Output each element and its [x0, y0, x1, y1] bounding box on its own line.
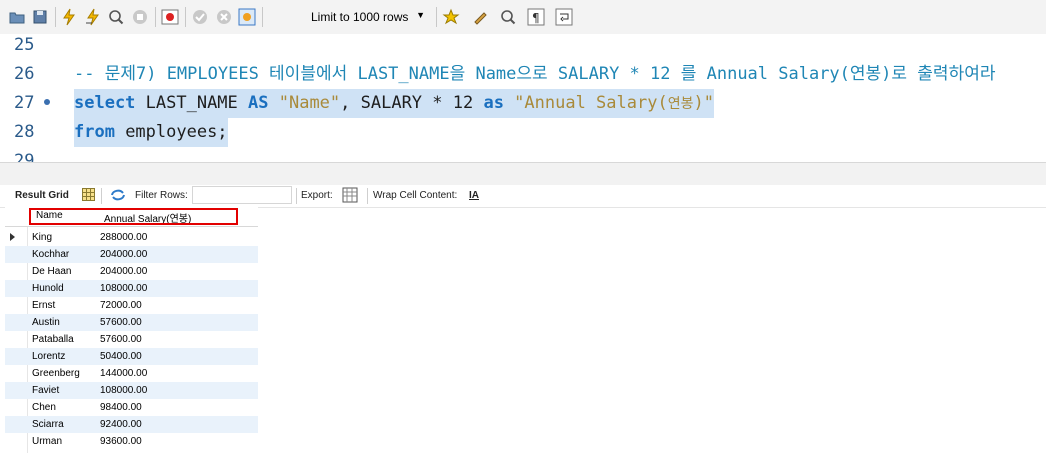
- rollback-icon[interactable]: [215, 8, 233, 26]
- sql-comment: -- 문제7) EMPLOYEES 테이블에서 LAST_NAME을 Name으…: [74, 64, 996, 84]
- find-icon[interactable]: [499, 8, 517, 26]
- cell-annual-salary[interactable]: 72000.00: [100, 300, 142, 311]
- editor-line: 25: [0, 34, 1046, 60]
- cell-name[interactable]: Lorentz: [32, 351, 65, 362]
- limit-rows-label: Limit to 1000 rows: [311, 10, 409, 24]
- line-number: 26: [14, 64, 35, 84]
- chevron-down-icon: ▼: [416, 10, 425, 20]
- editor-line: 29: [0, 147, 1046, 162]
- table-row[interactable]: Urman 93600.00: [5, 433, 258, 450]
- cell-name[interactable]: Ernst: [32, 300, 55, 311]
- table-row[interactable]: Pataballa 57600.00: [5, 331, 258, 348]
- wrap-cell-icon[interactable]: IA: [469, 190, 479, 201]
- sql-editor[interactable]: 25 26 -- 문제7) EMPLOYEES 테이블에서 LAST_NAME을…: [0, 34, 1046, 162]
- explain-icon[interactable]: [107, 8, 125, 26]
- line-number: 29: [14, 151, 35, 162]
- highlight-box: [29, 208, 238, 225]
- table-row[interactable]: King 288000.00: [5, 229, 258, 246]
- cell-annual-salary[interactable]: 108000.00: [100, 385, 147, 396]
- grid-view-icon[interactable]: [82, 188, 95, 204]
- beautify-icon[interactable]: [472, 8, 490, 26]
- sql-select-statement: select LAST_NAME AS "Name", SALARY * 12 …: [74, 89, 714, 118]
- cell-annual-salary[interactable]: 288000.00: [100, 232, 147, 243]
- add-snippet-icon[interactable]: [442, 8, 460, 26]
- cell-name[interactable]: Greenberg: [32, 368, 80, 379]
- line-number: 25: [14, 35, 35, 55]
- open-folder-icon[interactable]: [8, 8, 26, 26]
- cell-name[interactable]: Urman: [32, 436, 62, 447]
- table-row[interactable]: Kochhar 204000.00: [5, 246, 258, 263]
- toggle-error-icon[interactable]: [161, 8, 179, 26]
- table-row[interactable]: Faviet 108000.00: [5, 382, 258, 399]
- export-label: Export:: [301, 190, 333, 201]
- cell-name[interactable]: De Haan: [32, 266, 71, 277]
- panel-splitter[interactable]: [0, 162, 1046, 185]
- table-row[interactable]: Hunold 108000.00: [5, 280, 258, 297]
- cell-name[interactable]: Hunold: [32, 283, 64, 294]
- table-row[interactable]: Chen 98400.00: [5, 399, 258, 416]
- cell-annual-salary[interactable]: 57600.00: [100, 317, 142, 328]
- stop-icon[interactable]: [131, 8, 149, 26]
- invisible-chars-icon[interactable]: ¶: [527, 8, 545, 26]
- statement-marker-icon: [44, 99, 50, 105]
- table-row[interactable]: De Haan 204000.00: [5, 263, 258, 280]
- grid-header: Name Annual Salary(연봉): [5, 207, 258, 227]
- cell-name[interactable]: Chen: [32, 402, 56, 413]
- cell-name[interactable]: Sciarra: [32, 419, 64, 430]
- line-number: 28: [14, 122, 35, 142]
- result-toolbar: Result Grid Filter Rows: Export: Wrap Ce…: [0, 185, 1046, 208]
- wrap-lines-icon[interactable]: [555, 8, 573, 26]
- filter-rows-label: Filter Rows:: [135, 190, 188, 201]
- editor-toolbar: Limit to 1000 rows ▼ ¶: [0, 0, 1046, 35]
- table-row[interactable]: Ernst 72000.00: [5, 297, 258, 314]
- table-row[interactable]: Sciarra 92400.00: [5, 416, 258, 433]
- table-row[interactable]: Austin 57600.00: [5, 314, 258, 331]
- cell-annual-salary[interactable]: 144000.00: [100, 368, 147, 379]
- filter-rows-input[interactable]: [192, 186, 292, 204]
- sql-from-clause: from employees;: [74, 118, 228, 147]
- current-row-arrow-icon: [10, 233, 15, 241]
- cell-name[interactable]: King: [32, 232, 52, 243]
- cell-annual-salary[interactable]: 204000.00: [100, 266, 147, 277]
- limit-rows-select[interactable]: Limit to 1000 rows ▼: [305, 7, 429, 27]
- cell-annual-salary[interactable]: 204000.00: [100, 249, 147, 260]
- execute-icon[interactable]: [60, 8, 78, 26]
- cell-name[interactable]: Pataballa: [32, 334, 74, 345]
- editor-line: 28 from employees;: [0, 118, 1046, 147]
- cell-annual-salary[interactable]: 50400.00: [100, 351, 142, 362]
- export-icon[interactable]: [342, 187, 358, 206]
- cell-name[interactable]: Austin: [32, 317, 60, 328]
- editor-line: 26 -- 문제7) EMPLOYEES 테이블에서 LAST_NAME을 Na…: [0, 60, 1046, 89]
- result-grid-tab[interactable]: Result Grid: [15, 190, 69, 201]
- table-row[interactable]: Lorentz 50400.00: [5, 348, 258, 365]
- refresh-icon[interactable]: [110, 188, 126, 205]
- cell-name[interactable]: Faviet: [32, 385, 59, 396]
- editor-line: 27 select LAST_NAME AS "Name", SALARY * …: [0, 89, 1046, 118]
- wrap-cell-label: Wrap Cell Content:: [373, 190, 458, 201]
- cell-annual-salary[interactable]: 92400.00: [100, 419, 142, 430]
- cell-annual-salary[interactable]: 93600.00: [100, 436, 142, 447]
- cell-annual-salary[interactable]: 57600.00: [100, 334, 142, 345]
- autocommit-icon[interactable]: [238, 8, 256, 26]
- table-row[interactable]: Greenberg 144000.00: [5, 365, 258, 382]
- cell-annual-salary[interactable]: 108000.00: [100, 283, 147, 294]
- cell-name[interactable]: Kochhar: [32, 249, 69, 260]
- cell-annual-salary[interactable]: 98400.00: [100, 402, 142, 413]
- execute-current-icon[interactable]: [84, 8, 102, 26]
- commit-icon[interactable]: [191, 8, 209, 26]
- svg-text:¶: ¶: [532, 11, 540, 25]
- save-icon[interactable]: [31, 8, 49, 26]
